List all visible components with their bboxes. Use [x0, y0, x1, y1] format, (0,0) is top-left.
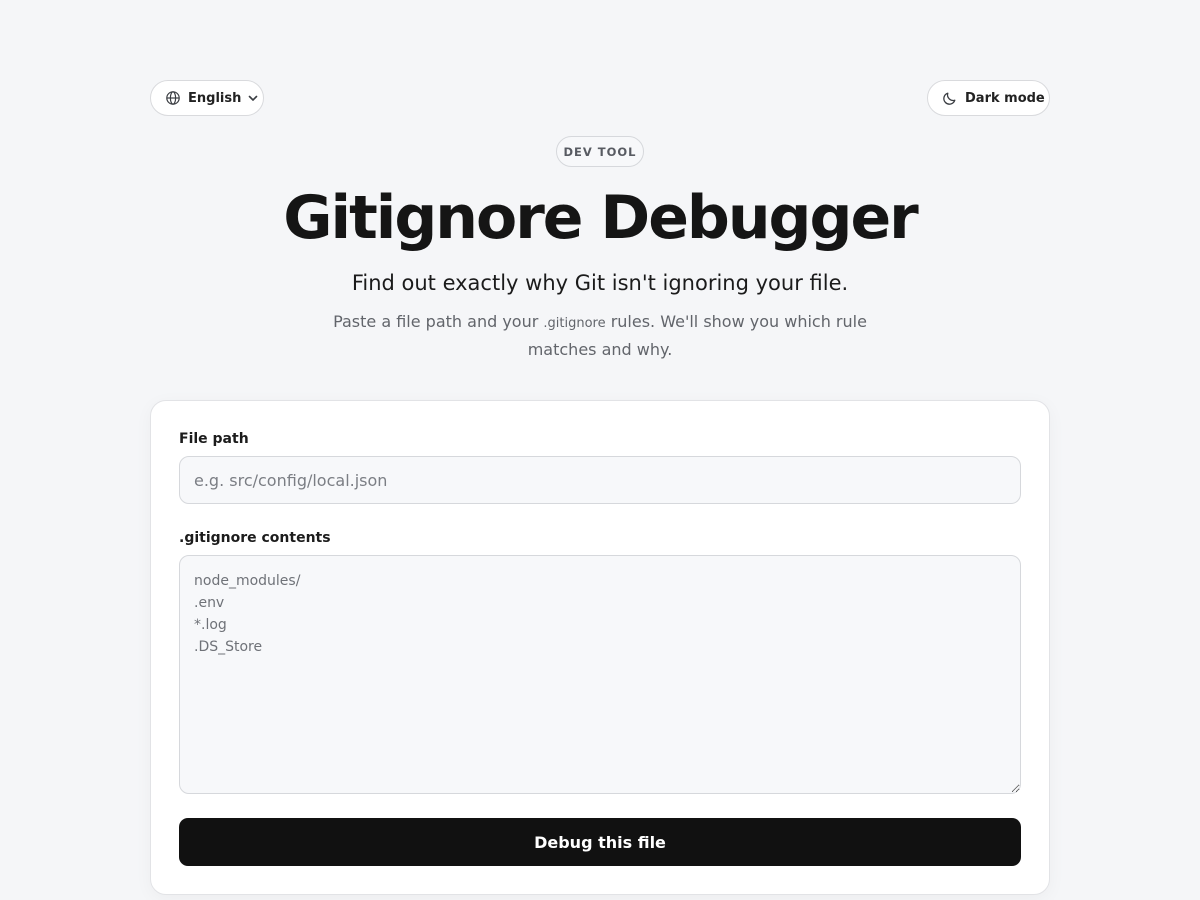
chevron-down-icon — [247, 92, 259, 104]
gitignore-label: .gitignore contents — [179, 530, 331, 546]
gitignore-textarea[interactable] — [179, 555, 1021, 794]
file-path-input[interactable] — [179, 456, 1021, 504]
debug-form-card: File path .gitignore contents Debug this… — [150, 400, 1050, 895]
dark-mode-toggle[interactable]: Dark mode — [927, 80, 1050, 116]
dark-mode-label: Dark mode — [965, 90, 1045, 106]
file-path-label: File path — [179, 431, 249, 447]
page-description: Paste a file path and your .gitignore ru… — [300, 309, 900, 363]
language-selector[interactable]: English — [150, 80, 264, 116]
description-text-start: Paste a file path and your — [333, 312, 544, 331]
globe-icon — [165, 90, 181, 106]
dev-tool-badge: DEV TOOL — [556, 136, 644, 167]
language-label: English — [188, 90, 242, 106]
debug-file-button[interactable]: Debug this file — [179, 818, 1021, 866]
gitignore-code-inline: .gitignore — [543, 316, 606, 331]
moon-icon — [942, 90, 958, 106]
page-subtitle: Find out exactly why Git isn't ignoring … — [351, 271, 849, 295]
top-bar: English Dark mode — [150, 80, 1050, 116]
page-title: Gitignore Debugger — [283, 183, 918, 253]
